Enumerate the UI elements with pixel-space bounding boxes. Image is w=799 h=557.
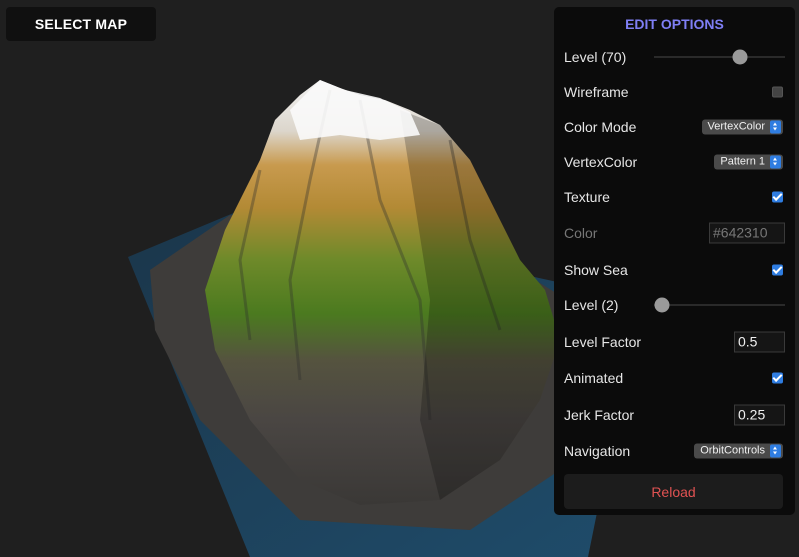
reload-button[interactable]: Reload <box>564 474 783 509</box>
edit-options-panel: EDIT OPTIONS Level (70) Wireframe Color … <box>554 7 795 515</box>
navigation-select[interactable]: OrbitControls <box>694 443 783 459</box>
wireframe-row: Wireframe <box>564 78 785 106</box>
animated-checkbox[interactable] <box>772 372 783 384</box>
sea-level-slider-knob[interactable] <box>654 297 670 313</box>
show-sea-row: Show Sea <box>564 256 785 284</box>
sea-level-label: Level (2) <box>564 297 619 313</box>
select-caret-icon <box>770 444 781 458</box>
level-slider[interactable] <box>654 49 785 65</box>
texture-row: Texture <box>564 183 785 211</box>
navigation-value: OrbitControls <box>700 444 765 457</box>
level-factor-label: Level Factor <box>564 334 642 350</box>
jerk-factor-input[interactable]: 0.25 <box>734 404 785 426</box>
navigation-row: Navigation OrbitControls <box>564 437 785 465</box>
vertex-color-value: Pattern 1 <box>720 155 765 168</box>
wireframe-label: Wireframe <box>564 84 629 100</box>
show-sea-label: Show Sea <box>564 262 628 278</box>
color-row: Color #642310 <box>564 219 785 247</box>
sea-level-slider[interactable] <box>654 297 785 313</box>
texture-label: Texture <box>564 189 610 205</box>
color-input[interactable]: #642310 <box>709 222 785 244</box>
select-map-button[interactable]: SELECT MAP <box>6 7 156 41</box>
vertex-color-label: VertexColor <box>564 154 638 170</box>
vertex-color-row: VertexColor Pattern 1 <box>564 148 785 176</box>
level-label: Level (70) <box>564 49 627 65</box>
wireframe-checkbox[interactable] <box>772 86 783 98</box>
animated-row: Animated <box>564 364 785 392</box>
vertex-color-select[interactable]: Pattern 1 <box>714 154 783 170</box>
color-mode-label: Color Mode <box>564 119 637 135</box>
select-caret-icon <box>770 155 781 169</box>
level-factor-row: Level Factor 0.5 <box>564 328 785 356</box>
level-factor-input[interactable]: 0.5 <box>734 331 785 353</box>
panel-title: EDIT OPTIONS <box>625 16 724 32</box>
level-slider-knob[interactable] <box>732 49 748 65</box>
jerk-factor-label: Jerk Factor <box>564 407 635 423</box>
select-caret-icon <box>770 120 781 134</box>
color-mode-select[interactable]: VertexColor <box>701 119 783 135</box>
level-row: Level (70) <box>564 43 785 71</box>
animated-label: Animated <box>564 370 624 386</box>
color-mode-value: VertexColor <box>707 120 765 133</box>
color-mode-row: Color Mode VertexColor <box>564 113 785 141</box>
texture-checkbox[interactable] <box>772 191 783 203</box>
sea-level-row: Level (2) <box>564 291 785 319</box>
navigation-label: Navigation <box>564 443 631 459</box>
jerk-factor-row: Jerk Factor 0.25 <box>564 401 785 429</box>
show-sea-checkbox[interactable] <box>772 264 783 276</box>
color-label: Color <box>564 225 598 241</box>
